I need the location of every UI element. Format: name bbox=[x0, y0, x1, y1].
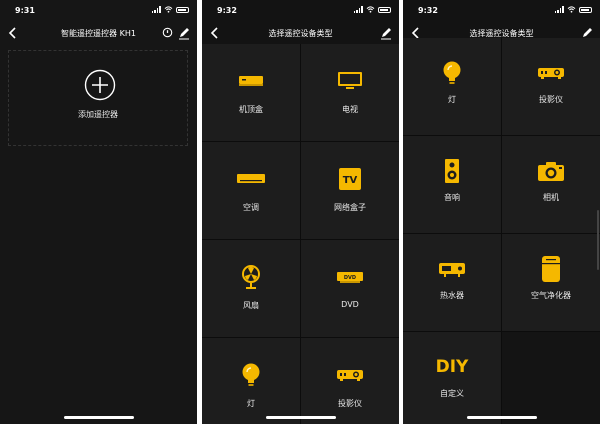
projector-icon bbox=[337, 370, 363, 381]
speaker-icon bbox=[445, 159, 459, 183]
home-indicator bbox=[266, 416, 336, 419]
device-type-grid: 灯 投影仪 音响 相机 热水器 空气净化器 DIY 自定义 bbox=[403, 38, 600, 424]
device-label: 机顶盒 bbox=[239, 105, 263, 114]
device-item-set-top-box[interactable]: 机顶盒 bbox=[202, 44, 300, 141]
wifi-icon bbox=[164, 6, 173, 13]
status-time: 9:32 bbox=[217, 6, 237, 15]
device-type-grid: 机顶盒 电视 空调 TV 网络盒子 风扇 DVD DVD 灯 投影仪 bbox=[202, 44, 399, 424]
tv-icon bbox=[338, 72, 362, 89]
device-item-lamp[interactable]: 灯 bbox=[202, 338, 300, 424]
device-label: 自定义 bbox=[440, 389, 464, 398]
status-bar: 9:32 bbox=[202, 0, 399, 20]
device-label: 音响 bbox=[444, 193, 460, 202]
device-label: 电视 bbox=[342, 105, 358, 114]
battery-icon bbox=[176, 6, 189, 13]
battery-icon bbox=[579, 6, 592, 13]
device-item-custom[interactable]: DIY 自定义 bbox=[403, 332, 501, 424]
projector-icon bbox=[538, 68, 564, 79]
device-label: 网络盒子 bbox=[334, 203, 366, 212]
device-item-fan[interactable]: 风扇 bbox=[202, 240, 300, 337]
device-label: 风扇 bbox=[243, 301, 259, 310]
device-item-network-box[interactable]: TV 网络盒子 bbox=[301, 142, 399, 239]
scrollbar[interactable] bbox=[597, 210, 599, 270]
fan-icon bbox=[242, 265, 260, 289]
signal-icon bbox=[554, 6, 564, 13]
home-indicator bbox=[64, 416, 134, 419]
lamp-icon bbox=[242, 363, 260, 386]
screen-remote-list: 9:31 智能遥控遥控器 KH1 添加遥控器 bbox=[0, 0, 197, 424]
status-time: 9:32 bbox=[418, 6, 438, 15]
device-label: 灯 bbox=[448, 95, 456, 104]
wifi-icon bbox=[567, 6, 576, 13]
device-label: 空调 bbox=[243, 203, 259, 212]
device-item-air-conditioner[interactable]: 空调 bbox=[202, 142, 300, 239]
device-label: DVD bbox=[341, 300, 359, 309]
svg-text:DVD: DVD bbox=[344, 275, 356, 281]
air-conditioner-icon bbox=[237, 174, 265, 183]
device-item-water-heater[interactable]: 热水器 bbox=[403, 234, 501, 331]
edit-icon[interactable] bbox=[178, 26, 190, 40]
device-label: 投影仪 bbox=[539, 95, 563, 104]
nav-bar: 选择遥控设备类型 bbox=[202, 22, 399, 44]
device-item-projector[interactable]: 投影仪 bbox=[301, 338, 399, 424]
edit-icon[interactable] bbox=[380, 26, 392, 40]
home-indicator bbox=[467, 416, 537, 419]
device-item-projector[interactable]: 投影仪 bbox=[502, 38, 600, 135]
air-purifier-icon bbox=[542, 256, 560, 282]
diy-icon: DIY bbox=[435, 357, 469, 377]
camera-icon bbox=[538, 162, 564, 181]
device-item-speaker[interactable]: 音响 bbox=[403, 136, 501, 233]
device-item-lamp[interactable]: 灯 bbox=[403, 38, 501, 135]
status-bar: 9:32 bbox=[403, 0, 600, 20]
wifi-icon bbox=[366, 6, 375, 13]
add-remote-label: 添加遥控器 bbox=[78, 110, 118, 119]
signal-icon bbox=[151, 6, 161, 13]
status-icons bbox=[151, 6, 189, 13]
device-item-tv[interactable]: 电视 bbox=[301, 44, 399, 141]
set-top-box-icon bbox=[239, 76, 263, 86]
device-label: 相机 bbox=[543, 193, 559, 202]
screen-device-type-1: 9:32 选择遥控设备类型 机顶盒 电视 空调 TV 网络盒子 风扇 DVD D… bbox=[202, 0, 399, 424]
power-icon[interactable] bbox=[162, 27, 173, 38]
device-item-camera[interactable]: 相机 bbox=[502, 136, 600, 233]
dvd-icon: DVD bbox=[337, 272, 363, 283]
status-icons bbox=[554, 6, 592, 13]
page-title: 选择遥控设备类型 bbox=[268, 29, 333, 38]
lamp-icon bbox=[443, 61, 461, 84]
screen-device-type-2: 9:32 选择遥控设备类型 灯 投影仪 音响 相机 热水器 空气净化器 DIY … bbox=[403, 0, 600, 424]
add-remote-card[interactable]: 添加遥控器 bbox=[8, 50, 188, 146]
status-icons bbox=[353, 6, 391, 13]
status-time: 9:31 bbox=[15, 6, 35, 15]
empty-cell bbox=[502, 332, 600, 424]
svg-text:TV: TV bbox=[343, 175, 358, 186]
nav-bar: 智能遥控遥控器 KH1 bbox=[0, 22, 197, 44]
battery-icon bbox=[378, 6, 391, 13]
device-label: 灯 bbox=[247, 399, 255, 408]
device-label: 投影仪 bbox=[338, 399, 362, 408]
device-label: 热水器 bbox=[440, 291, 464, 300]
device-item-dvd[interactable]: DVD DVD bbox=[301, 240, 399, 337]
network-box-icon: TV bbox=[339, 168, 361, 190]
signal-icon bbox=[353, 6, 363, 13]
device-label: 空气净化器 bbox=[531, 291, 571, 300]
add-circle-icon[interactable] bbox=[84, 69, 116, 101]
water-heater-icon bbox=[439, 263, 465, 277]
status-bar: 9:31 bbox=[0, 0, 197, 20]
device-item-air-purifier[interactable]: 空气净化器 bbox=[502, 234, 600, 331]
